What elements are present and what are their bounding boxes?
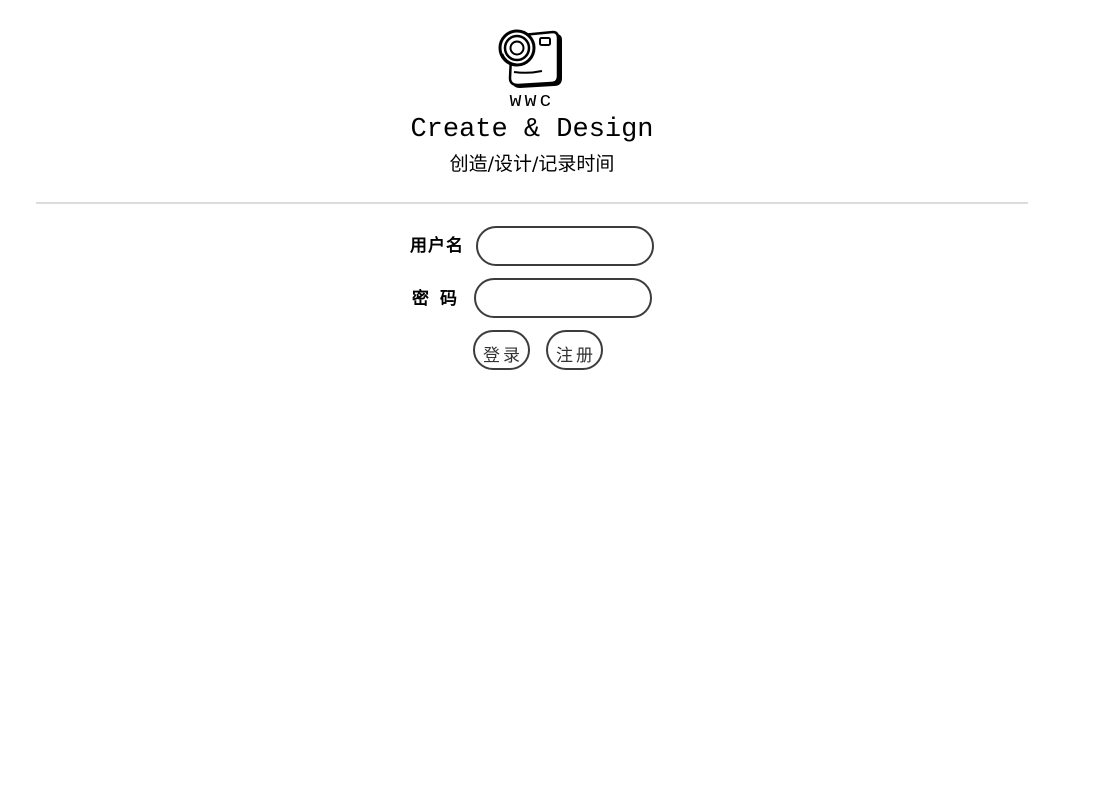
login-button[interactable]: 登录 bbox=[473, 330, 530, 370]
register-button[interactable]: 注册 bbox=[546, 330, 603, 370]
header-divider bbox=[36, 202, 1028, 204]
username-label: 用户名 bbox=[410, 236, 464, 256]
slogan-english: Create & Design bbox=[410, 115, 654, 145]
camera-icon bbox=[498, 29, 562, 88]
slogan-chinese: 创造/设计/记录时间 bbox=[449, 153, 615, 175]
brand-name: wwc bbox=[509, 90, 555, 113]
password-label: 密码 bbox=[412, 289, 468, 309]
password-input[interactable] bbox=[474, 278, 652, 318]
username-input[interactable] bbox=[476, 226, 654, 266]
